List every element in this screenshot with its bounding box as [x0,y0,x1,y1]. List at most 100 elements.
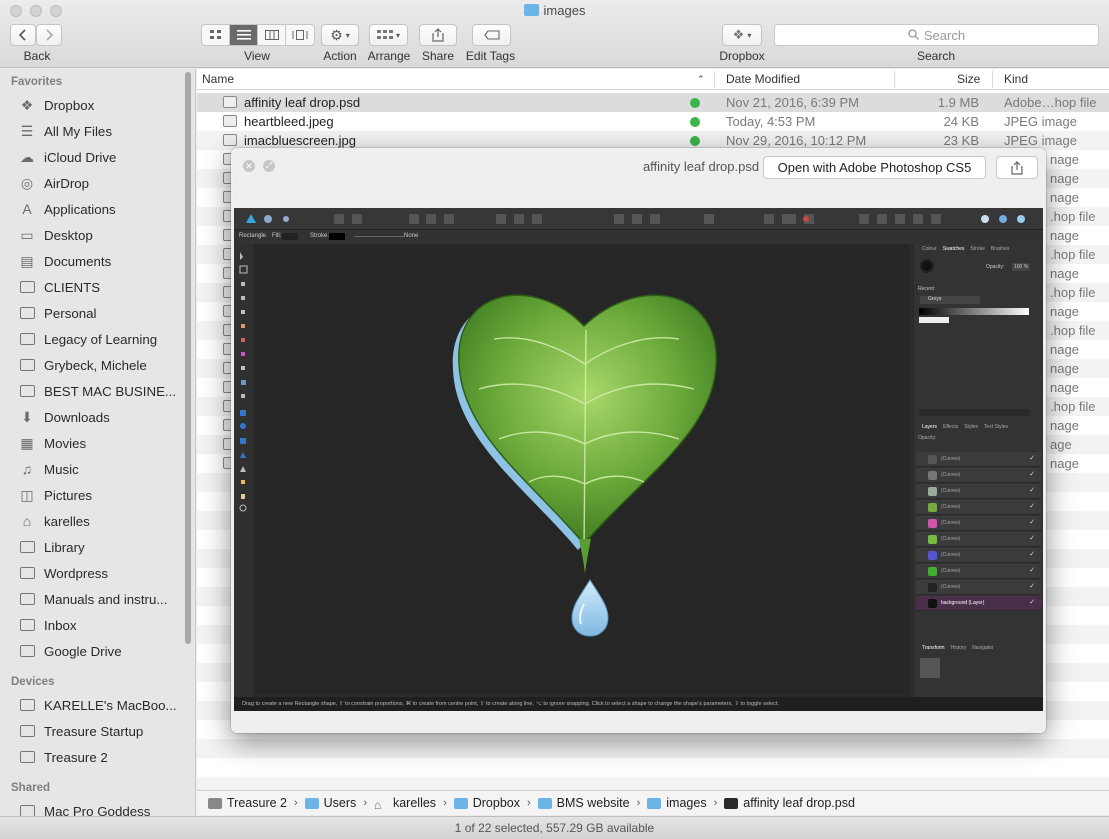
white-swatches[interactable] [919,317,949,323]
tab-effects[interactable]: Effects [943,424,958,433]
dropbox-toolbar-button[interactable]: ❖ ▾ [722,24,762,46]
sidebar-scrollbar[interactable] [185,72,191,644]
affinity-layer-row[interactable]: (Curves) ✓ [916,532,1041,547]
sidebar-item-karelles[interactable]: ⌂ karelles [18,510,186,532]
sidebar-item-manuals-and-instru[interactable]: Manuals and instru... [18,588,186,610]
sidebar-item-movies[interactable]: ▦ Movies [18,432,186,454]
layer-visible-check-icon[interactable]: ✓ [1029,598,1035,606]
sidebar-item-downloads[interactable]: ⬇ Downloads [18,406,186,428]
action-button[interactable]: ⚙ ▾ [321,24,359,46]
layer-visible-check-icon[interactable]: ✓ [1029,454,1035,462]
tab-text-styles[interactable]: Text Styles [984,424,1008,433]
icon-view-button[interactable] [202,25,230,45]
column-name[interactable]: Name [202,72,234,86]
view-switcher[interactable] [201,24,315,46]
colour-well[interactable] [920,259,934,273]
search-input[interactable]: Search [774,24,1099,46]
sidebar-item-documents[interactable]: ▤ Documents [18,250,186,272]
tab-colour[interactable]: Colour [922,246,937,255]
list-view-button[interactable] [230,25,258,45]
tab-layers[interactable]: Layers [922,424,937,433]
path-segment[interactable]: affinity leaf drop.psd [724,796,855,810]
quick-look-share-button[interactable] [996,156,1038,179]
layer-visible-check-icon[interactable]: ✓ [1029,582,1035,590]
layer-visible-check-icon[interactable]: ✓ [1029,518,1035,526]
share-button[interactable] [419,24,457,46]
affinity-layer-row[interactable]: (Curves) ✓ [916,548,1041,563]
palette-select[interactable]: Greys [920,296,980,304]
edit-tags-button[interactable] [472,24,511,46]
layer-visible-check-icon[interactable]: ✓ [1029,550,1035,558]
forward-button[interactable] [36,24,62,46]
sidebar-item-treasure-2[interactable]: Treasure 2 [18,746,186,768]
column-view-button[interactable] [258,25,286,45]
sidebar-item-wordpress[interactable]: Wordpress [18,562,186,584]
sidebar-item-music[interactable]: ♫ Music [18,458,186,480]
path-segment[interactable]: ⌂ karelles › [374,796,454,812]
layer-visible-check-icon[interactable]: ✓ [1029,502,1035,510]
sidebar-item-inbox[interactable]: Inbox [18,614,186,636]
affinity-layer-row[interactable]: (Curves) ✓ [916,580,1041,595]
tab-swatches[interactable]: Swatches [943,246,965,255]
file-kind: nage [1050,342,1079,357]
sidebar-item-treasure-startup[interactable]: Treasure Startup [18,720,186,742]
affinity-layer-row[interactable]: (Curves) ✓ [916,452,1041,467]
stroke-swatch[interactable] [329,233,345,240]
path-segment[interactable]: BMS website › [537,796,648,810]
tab-styles[interactable]: Styles [964,424,978,433]
sidebar-item-karelle-s-macboo[interactable]: KARELLE's MacBoo... [18,694,186,716]
sidebar-item-library[interactable]: Library [18,536,186,558]
sidebar-item-applications[interactable]: A Applications [18,198,186,220]
arrange-button[interactable]: ▾ [369,24,408,46]
file-row[interactable]: heartbleed.jpeg Today, 4:53 PM 24 KB JPEG i… [197,112,1109,131]
layer-visible-check-icon[interactable]: ✓ [1029,534,1035,542]
stroke-width-slider[interactable] [354,236,404,237]
file-row[interactable]: affinity leaf drop.psd Nov 21, 2016, 6:39… [197,93,1109,112]
affinity-canvas[interactable] [254,244,909,695]
path-segment[interactable]: Dropbox › [453,796,538,810]
sidebar-item-best-mac-busine[interactable]: BEST MAC BUSINE... [18,380,186,402]
sidebar-item-clients[interactable]: CLIENTS [18,276,186,298]
sidebar-item-personal[interactable]: Personal [18,302,186,324]
cover-flow-button[interactable] [286,25,314,45]
layer-visible-check-icon[interactable]: ✓ [1029,566,1035,574]
column-date-modified[interactable]: Date Modified [726,72,800,86]
tab-navigator[interactable]: Navigator [972,645,993,654]
layer-visible-check-icon[interactable]: ✓ [1029,470,1035,478]
sidebar-item-pictures[interactable]: ◫ Pictures [18,484,186,506]
tab-transform[interactable]: Transform [922,645,945,654]
sidebar-item-legacy-of-learning[interactable]: Legacy of Learning [18,328,186,350]
greys-swatch-strip[interactable] [919,308,1029,315]
path-segment[interactable]: images › [647,796,724,810]
swatch-search[interactable] [919,409,1029,416]
sidebar-item-dropbox[interactable]: ❖ Dropbox [18,94,186,116]
path-segment[interactable]: Users › [304,796,374,810]
anchor-selector[interactable] [920,658,940,678]
file-date: Today, 4:53 PM [726,114,816,129]
sidebar-item-grybeck-michele[interactable]: Grybeck, Michele [18,354,186,376]
sidebar-item-mac-pro-goddess[interactable]: Mac Pro Goddess [18,800,186,817]
tab-stroke[interactable]: Stroke [970,246,984,255]
sidebar-item-airdrop[interactable]: ◎ AirDrop [18,172,186,194]
affinity-layer-row[interactable]: background (Layer) ✓ [916,596,1041,611]
column-kind[interactable]: Kind [1004,72,1028,86]
sidebar-item-all-my-files[interactable]: ☰ All My Files [18,120,186,142]
affinity-layer-row[interactable]: (Curves) ✓ [916,500,1041,515]
affinity-layer-row[interactable]: (Curves) ✓ [916,516,1041,531]
tab-brushes[interactable]: Brushes [991,246,1009,255]
affinity-layer-row[interactable]: (Curves) ✓ [916,484,1041,499]
open-with-button[interactable]: Open with Adobe Photoshop CS5 [763,156,986,179]
affinity-layer-row[interactable]: (Curves) ✓ [916,564,1041,579]
path-segment[interactable]: Treasure 2 › [208,796,305,810]
opacity-value[interactable]: 100 % [1012,263,1031,271]
sidebar-item-icloud-drive[interactable]: ☁ iCloud Drive [18,146,186,168]
back-button[interactable] [10,24,36,46]
column-size[interactable]: Size [957,72,980,86]
sidebar-item-google-drive[interactable]: Google Drive [18,640,186,662]
affinity-layer-row[interactable]: (Curves) ✓ [916,468,1041,483]
sidebar-item-label: Library [44,539,85,555]
layer-visible-check-icon[interactable]: ✓ [1029,486,1035,494]
tab-history[interactable]: History [951,645,967,654]
sidebar-item-desktop[interactable]: ▭ Desktop [18,224,186,246]
fill-swatch[interactable] [282,233,298,240]
